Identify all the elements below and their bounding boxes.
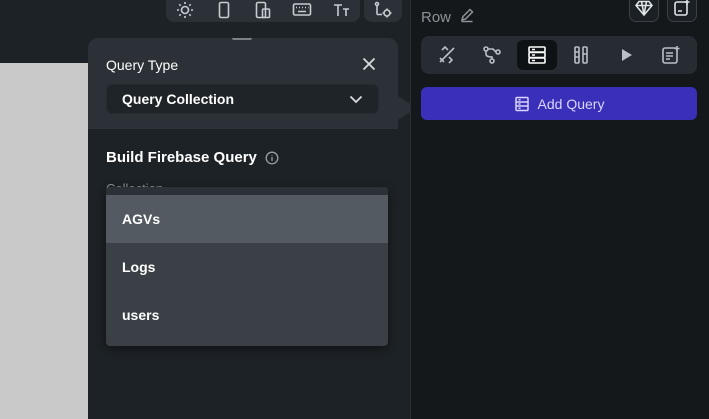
add-widget-button[interactable] xyxy=(667,0,697,22)
keyboard-icon[interactable] xyxy=(292,0,312,20)
query-icon xyxy=(514,96,529,111)
collection-dropdown: AGVs Logs users xyxy=(106,187,388,346)
dropdown-option-agvs[interactable]: AGVs xyxy=(106,195,388,243)
tab-play[interactable] xyxy=(606,40,646,70)
gem-button[interactable] xyxy=(629,0,659,22)
settings-icon[interactable] xyxy=(373,0,393,20)
align-icon xyxy=(574,46,589,64)
dropdown-option-logs[interactable]: Logs xyxy=(106,243,388,291)
phone-icon[interactable] xyxy=(214,0,234,20)
play-icon xyxy=(621,49,632,61)
tab-actions[interactable] xyxy=(472,40,512,70)
gem-icon xyxy=(635,0,653,17)
canvas-preview xyxy=(0,63,90,419)
settings-toolbar xyxy=(364,0,402,22)
header-separator xyxy=(88,128,398,129)
add-query-label: Add Query xyxy=(537,95,605,112)
query-type-value: Query Collection xyxy=(122,91,235,107)
drag-handle[interactable] xyxy=(232,38,252,40)
popover-header: Query Type Query Collection xyxy=(88,38,398,128)
close-icon[interactable] xyxy=(360,55,378,73)
sun-icon[interactable] xyxy=(175,0,195,20)
device-toolbar xyxy=(166,0,360,22)
tab-align[interactable] xyxy=(561,40,601,70)
section-title: Build Firebase Query xyxy=(106,149,279,166)
dropdown-option-users[interactable]: users xyxy=(106,291,388,339)
info-icon xyxy=(265,151,279,164)
tab-backend-query[interactable] xyxy=(516,40,557,70)
chevron-down-icon xyxy=(349,95,363,104)
panel-tabs xyxy=(421,36,697,74)
element-name: Row xyxy=(421,8,452,26)
element-label: Row xyxy=(421,7,475,27)
popover-title: Query Type xyxy=(106,57,179,73)
tablet-icon[interactable] xyxy=(253,0,273,20)
notes-icon xyxy=(661,46,680,64)
backend-query-icon xyxy=(527,46,546,64)
dropdown-top xyxy=(106,187,388,195)
edit-pencil-icon[interactable] xyxy=(459,7,475,27)
add-widget-icon xyxy=(674,0,690,16)
text-size-icon[interactable] xyxy=(331,0,351,20)
query-type-select[interactable]: Query Collection xyxy=(106,84,379,114)
canvas-edge xyxy=(398,30,410,419)
actions-icon xyxy=(483,46,501,64)
tab-notes[interactable] xyxy=(651,40,691,70)
add-query-button[interactable]: Add Query xyxy=(421,87,697,120)
tab-properties[interactable] xyxy=(427,40,467,70)
properties-icon xyxy=(439,45,455,64)
section-title-text: Build Firebase Query xyxy=(106,149,257,166)
properties-panel: Row Add Query xyxy=(411,0,709,419)
